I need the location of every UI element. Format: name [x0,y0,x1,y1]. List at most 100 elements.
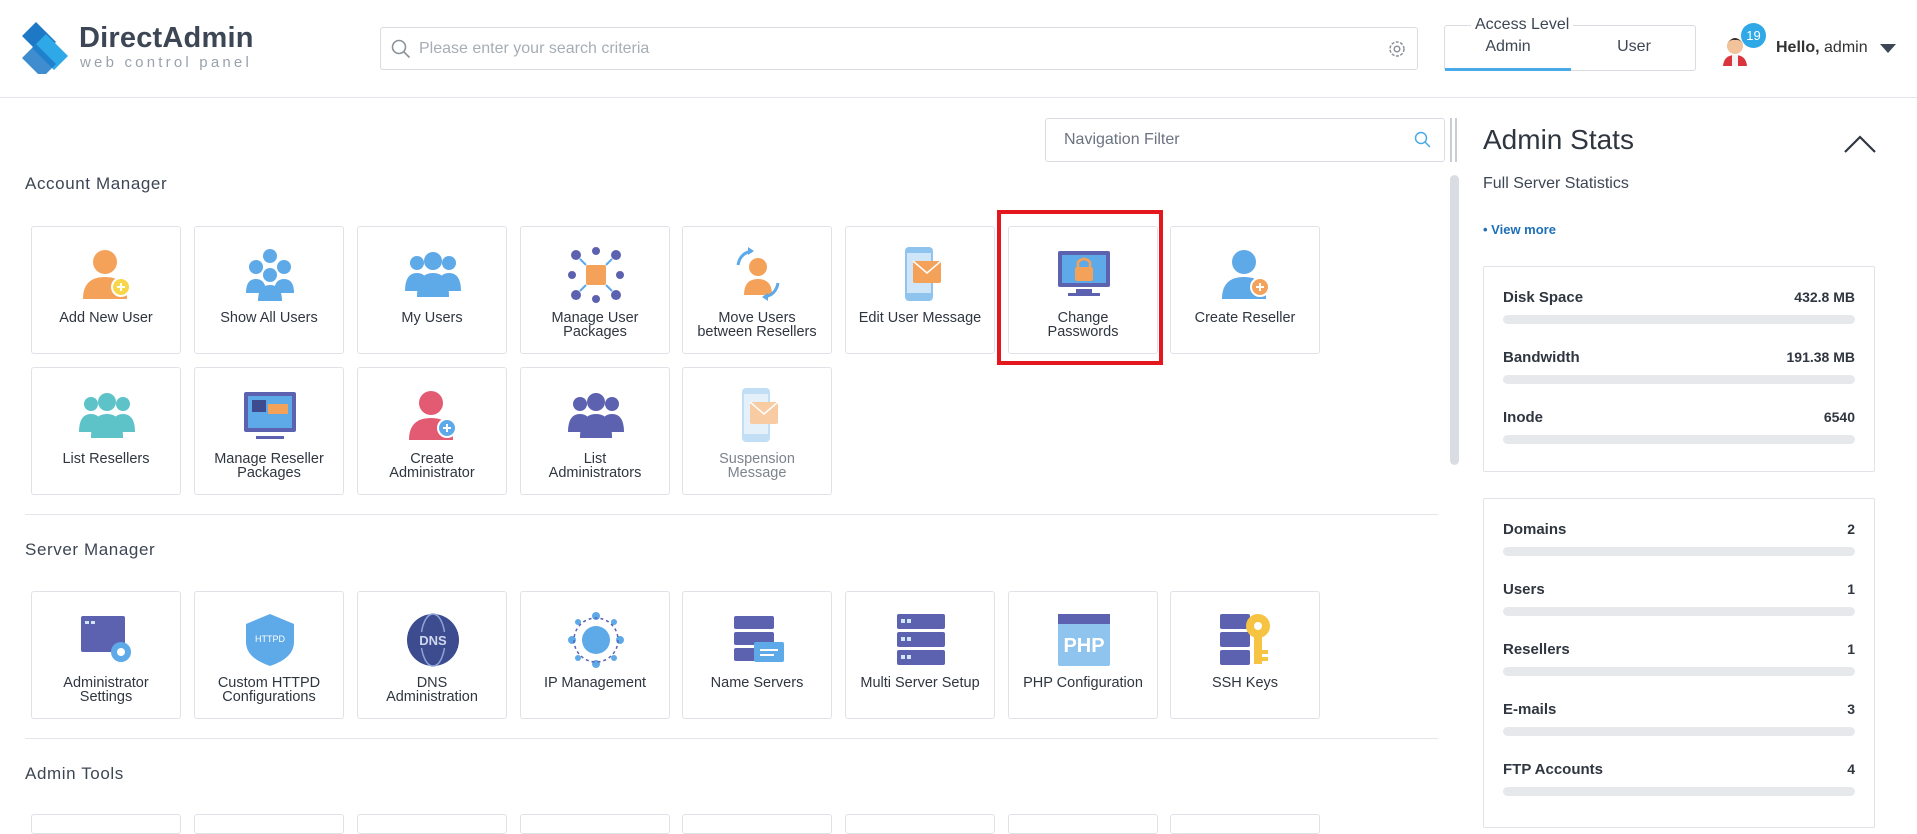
tile-my-users[interactable]: My Users [357,226,507,354]
tile-name-servers[interactable]: Name Servers [682,591,832,719]
tile-label: Administrator Settings [36,676,176,705]
view-more-link[interactable]: • View more [1483,222,1556,237]
tile-manage-reseller-packages[interactable]: Manage Reseller Packages [194,367,344,495]
stat-bar [1503,727,1855,736]
tile-label-line: between Resellers [697,324,817,340]
gear-icon[interactable] [1387,39,1407,59]
add-reseller-icon [1222,250,1270,299]
tile-admin-tools-partial[interactable] [845,814,995,834]
notification-badge[interactable]: 19 [1741,23,1766,48]
stat-value: 1 [1847,581,1855,597]
packages-network-icon [568,247,624,303]
access-tab-admin[interactable]: Admin [1445,38,1571,71]
section-title-server-manager: Server Manager [25,540,156,559]
tile-admin-tools-partial[interactable] [1170,814,1320,834]
ssh-key-icon [1220,614,1270,665]
tile-label: Suspension Message [687,452,827,481]
tile-label: Show All Users [220,310,318,326]
stat-bar [1503,547,1855,556]
tile-multi-server-setup[interactable]: Multi Server Setup [845,591,995,719]
tile-admin-tools-partial[interactable] [520,814,670,834]
tile-label-line: Packages [237,465,301,481]
tile-manage-user-packages[interactable]: Manage User Packages [520,226,670,354]
tile-admin-tools-partial[interactable] [194,814,344,834]
stat-name: E-mails [1503,701,1557,718]
tile-ssh-keys[interactable]: SSH Keys [1170,591,1320,719]
tile-admin-tools-partial[interactable] [1008,814,1158,834]
dns-icon-text: DNS [419,633,447,648]
top-header: DirectAdmin web control panel Access Lev… [0,0,1917,98]
tile-admin-tools-partial[interactable] [31,814,181,834]
navigation-filter-input[interactable] [1064,119,1394,161]
tile-administrator-settings[interactable]: Administrator Settings [31,591,181,719]
search-input[interactable] [419,28,1349,69]
section-divider [25,514,1438,515]
stat-bar [1503,435,1855,444]
tile-admin-tools-partial[interactable] [682,814,832,834]
search-icon[interactable] [1414,131,1432,149]
users-icon [405,252,461,297]
tile-label: Add New User [59,310,153,326]
php-icon-text: PHP [1063,635,1104,657]
tile-label: IP Management [543,675,647,691]
tile-move-users[interactable]: Move Users between Resellers [682,226,832,354]
server-stack-icon [897,614,945,665]
chevron-up-icon[interactable] [1843,134,1877,154]
highlight-box [997,210,1163,365]
navigation-filter [1045,118,1445,162]
tile-php-configuration[interactable]: PHP PHP Configuration [1008,591,1158,719]
stat-value: 3 [1847,701,1855,717]
tile-admin-tools-partial[interactable] [357,814,507,834]
panel-title: Admin Stats [1483,124,1634,155]
scrollbar[interactable] [1450,175,1459,465]
tile-show-all-users[interactable]: Show All Users [194,226,344,354]
ip-network-icon [568,612,624,668]
stat-bar [1503,667,1855,676]
user-greeting[interactable]: Hello, admin [1776,39,1868,57]
tile-edit-user-message[interactable]: Edit User Message [845,226,995,354]
tile-label: DNS Administration [362,676,502,705]
access-level-title: Access Level [1471,16,1574,34]
tile-ip-management[interactable]: IP Management [520,591,670,719]
tile-label: List Resellers [62,451,150,467]
greeting-label: Hello, [1776,39,1820,56]
server-settings-icon [81,616,131,662]
stat-value: 4 [1847,761,1855,777]
tile-label: PHP Configuration [1023,675,1143,691]
tile-label-line: Settings [79,689,133,705]
stats-group-usage: Disk Space 432.8 MB Bandwidth 191.38 MB … [1483,266,1875,472]
administrators-icon [568,393,624,438]
tile-list-resellers[interactable]: List Resellers [31,367,181,495]
php-window-icon: PHP [1058,614,1110,666]
stat-value: 6540 [1823,409,1855,425]
stat-row: Domains 2 [1503,521,1855,561]
tile-label: Custom HTTPD Configurations [199,676,339,705]
user-menu[interactable]: 19 Hello, admin [1718,20,1908,76]
section-divider [25,738,1438,739]
tile-custom-httpd[interactable]: HTTPD Custom HTTPD Configurations [194,591,344,719]
tile-label-line: Administration [386,689,478,705]
tile-label: Manage User Packages [525,311,665,340]
tile-create-reseller[interactable]: Create Reseller [1170,226,1320,354]
brand-logo[interactable]: DirectAdmin web control panel [22,20,262,78]
tile-list-administrators[interactable]: List Administrators [520,367,670,495]
stat-name: Resellers [1503,641,1570,658]
tile-label: Create Administrator [362,452,502,481]
brand-tagline: web control panel [80,54,252,71]
tile-add-new-user[interactable]: Add New User [31,226,181,354]
access-tab-user[interactable]: User [1571,38,1697,71]
stat-row: Resellers 1 [1503,641,1855,681]
stat-row: E-mails 3 [1503,701,1855,741]
tile-create-administrator[interactable]: Create Administrator [357,367,507,495]
tile-label-line: Administrator [389,465,475,481]
section-title-account-manager: Account Manager [25,174,168,193]
stat-bar [1503,375,1855,384]
chevron-down-icon[interactable] [1880,44,1896,53]
tile-suspension-message[interactable]: Suspension Message [682,367,832,495]
tile-label: Move Users between Resellers [687,311,827,340]
panel-resize-handle[interactable] [1450,118,1457,162]
tile-dns-administration[interactable]: DNS DNS Administration [357,591,507,719]
stat-value: 432.8 MB [1794,289,1855,305]
tile-label: Create Reseller [1194,310,1296,326]
stat-value: 191.38 MB [1786,349,1855,365]
